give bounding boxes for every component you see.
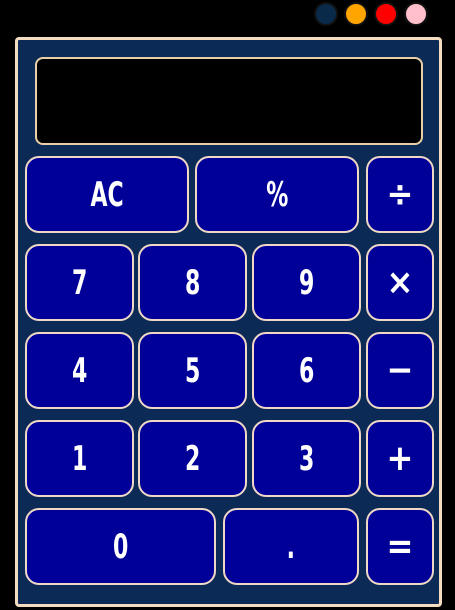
window-dot-pink[interactable] (404, 2, 428, 26)
digit-8-label: 8 (184, 262, 201, 303)
percent-button[interactable]: % (195, 156, 359, 233)
digit-6-button[interactable]: 6 (252, 332, 361, 409)
digit-0-label: 0 (112, 526, 129, 567)
digit-7-label: 7 (71, 262, 88, 303)
add-button[interactable]: + (366, 420, 434, 497)
divide-button[interactable]: ÷ (366, 156, 434, 233)
digit-3-label: 3 (298, 438, 315, 479)
digit-4-button[interactable]: 4 (25, 332, 134, 409)
digit-1-label: 1 (71, 438, 88, 479)
digit-3-button[interactable]: 3 (252, 420, 361, 497)
clear-button[interactable]: AC (25, 156, 189, 233)
decimal-button-label: . (286, 526, 296, 567)
digit-5-label: 5 (184, 350, 201, 391)
calculator-display (35, 57, 423, 145)
subtract-button-label: − (386, 350, 414, 391)
digit-2-button[interactable]: 2 (138, 420, 247, 497)
equals-button[interactable]: = (366, 508, 434, 585)
window-controls (314, 2, 428, 26)
multiply-button[interactable]: × (366, 244, 434, 321)
digit-1-button[interactable]: 1 (25, 420, 134, 497)
digit-7-button[interactable]: 7 (25, 244, 134, 321)
percent-button-label: % (265, 174, 289, 215)
equals-button-label: = (386, 526, 414, 567)
add-button-label: + (386, 438, 414, 479)
calculator: AC % ÷ 7 8 9 × 4 5 6 − 1 2 3 + 0 . = (15, 37, 442, 607)
window-dot-red[interactable] (374, 2, 398, 26)
digit-6-label: 6 (298, 350, 315, 391)
digit-5-button[interactable]: 5 (138, 332, 247, 409)
divide-button-label: ÷ (386, 174, 414, 215)
window-dot-navy[interactable] (314, 2, 338, 26)
multiply-button-label: × (386, 262, 414, 303)
digit-8-button[interactable]: 8 (138, 244, 247, 321)
window-dot-orange[interactable] (344, 2, 368, 26)
digit-9-button[interactable]: 9 (252, 244, 361, 321)
clear-button-label: AC (90, 174, 124, 215)
decimal-button[interactable]: . (223, 508, 359, 585)
digit-0-button[interactable]: 0 (25, 508, 216, 585)
digit-2-label: 2 (184, 438, 201, 479)
digit-9-label: 9 (298, 262, 315, 303)
subtract-button[interactable]: − (366, 332, 434, 409)
digit-4-label: 4 (71, 350, 88, 391)
